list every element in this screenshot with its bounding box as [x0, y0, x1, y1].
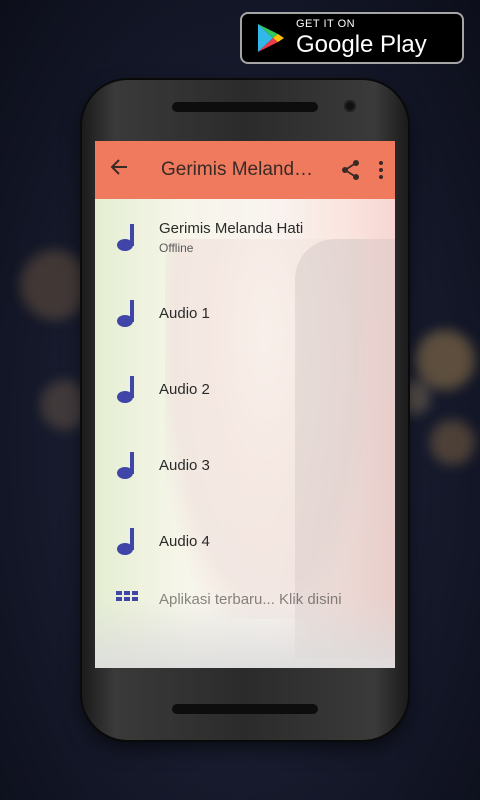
- list-item[interactable]: Audio 2: [95, 351, 395, 427]
- music-note-icon: [95, 450, 159, 480]
- music-note-icon: [95, 298, 159, 328]
- badge-small-text: GET IT ON: [296, 18, 356, 30]
- music-note-icon: [95, 374, 159, 404]
- more-vert-icon[interactable]: [379, 161, 383, 179]
- google-play-logo-icon: [258, 24, 284, 52]
- list-item-title: Audio 2: [159, 380, 210, 398]
- top-speaker: [172, 102, 318, 112]
- list-item-title: Audio 1: [159, 304, 210, 322]
- list-item-title: Aplikasi terbaru... Klik disini: [159, 591, 342, 608]
- app-bar-title: Gerimis Melanda Hati: [161, 159, 321, 180]
- music-note-icon: [95, 222, 159, 252]
- list-item[interactable]: Audio 1: [95, 275, 395, 351]
- list-item[interactable]: Gerimis Melanda Hati Offline: [95, 199, 395, 275]
- badge-big-text: Google Play: [296, 31, 427, 58]
- list-item-title: Gerimis Melanda Hati: [159, 219, 304, 237]
- phone-screen: Gerimis Melanda Hati Gerimis Melanda Hat…: [95, 141, 395, 668]
- bottom-speaker: [172, 704, 318, 714]
- apps-icon: [95, 591, 159, 601]
- list-item[interactable]: Audio 3: [95, 427, 395, 503]
- share-icon[interactable]: [341, 159, 361, 181]
- list-item-title: Audio 4: [159, 532, 210, 550]
- music-note-icon: [95, 526, 159, 556]
- list-item-subtitle: Offline: [159, 240, 194, 255]
- arrow-left-icon[interactable]: [97, 157, 141, 183]
- front-camera: [344, 100, 356, 112]
- list-item-more-apps[interactable]: Aplikasi terbaru... Klik disini: [95, 579, 395, 631]
- list-item[interactable]: Audio 4: [95, 503, 395, 579]
- list-item-title: Audio 3: [159, 456, 210, 474]
- audio-list: Gerimis Melanda Hati Offline Audio 1 Aud…: [95, 199, 395, 631]
- google-play-badge[interactable]: GET IT ON Google Play: [240, 12, 464, 64]
- phone-frame: Gerimis Melanda Hati Gerimis Melanda Hat…: [82, 80, 408, 740]
- app-bar: Gerimis Melanda Hati: [95, 141, 395, 199]
